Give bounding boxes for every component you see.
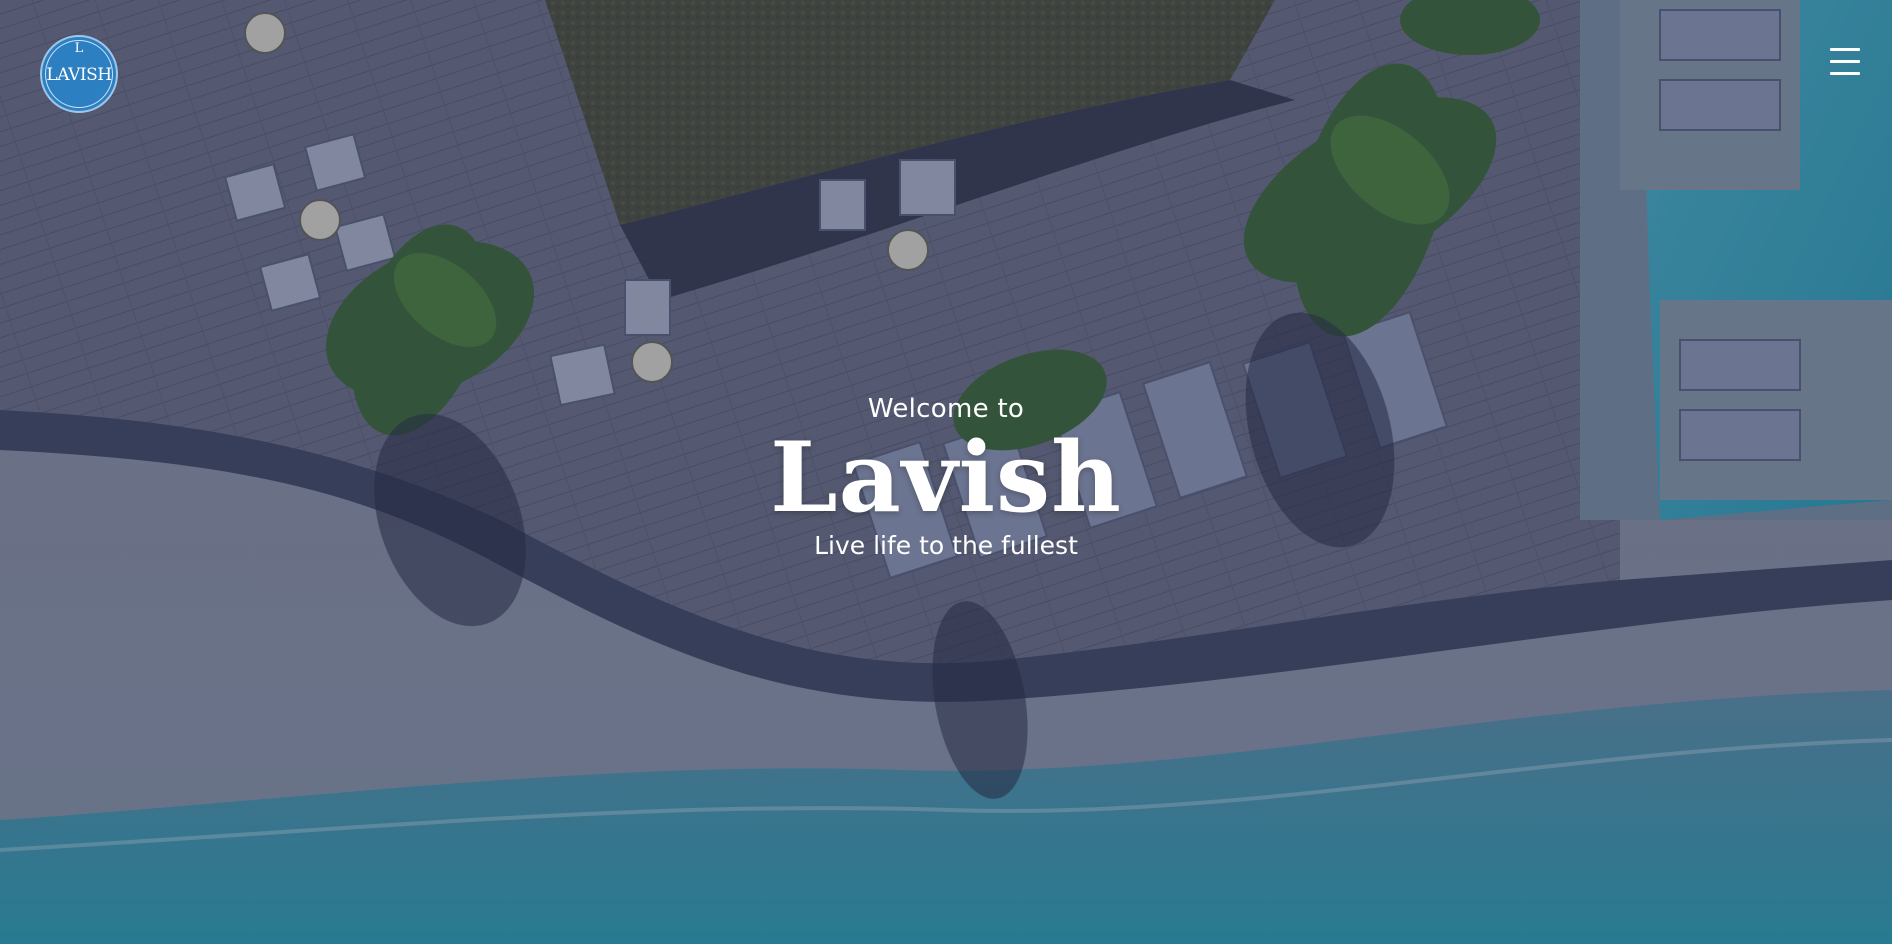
brand-title: Lavish [770, 421, 1122, 534]
lavish-logo[interactable]: L LAVISH [40, 35, 118, 113]
logo-letter: L [74, 41, 84, 56]
hero-section: L LAVISH Welcome to Lavish Live life to … [0, 0, 1892, 944]
hero-text: Welcome to Lavish Live life to the fulle… [0, 392, 1892, 562]
menu-bar-top [1830, 48, 1860, 51]
menu-bar-middle [1830, 60, 1860, 63]
menu-bar-bottom [1830, 72, 1860, 75]
logo-word: LAVISH [46, 65, 112, 85]
hamburger-menu-icon[interactable] [1830, 48, 1860, 76]
tagline-text: Live life to the fullest [814, 531, 1078, 560]
